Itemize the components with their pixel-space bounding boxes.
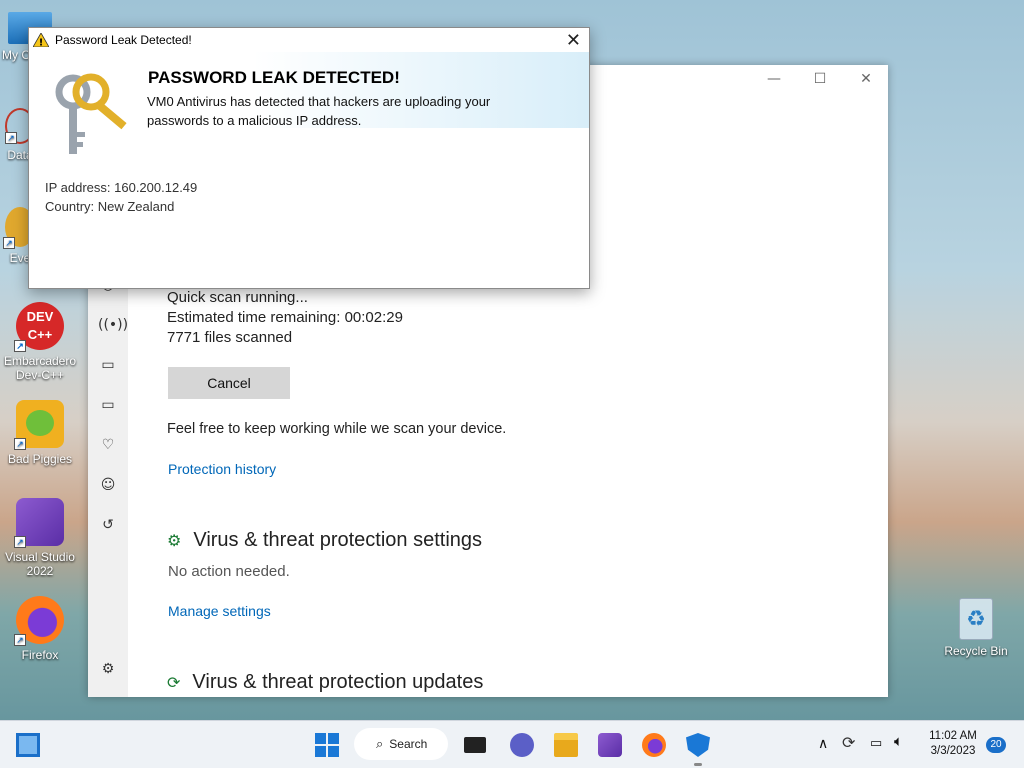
password-leak-dialog: ! Password Leak Detected! ✕ PASSWORD LEA… xyxy=(28,27,590,289)
protection-history-link[interactable]: Protection history xyxy=(168,461,276,477)
desktop-icon-bad-piggies[interactable]: ↗ Bad Piggies xyxy=(0,400,80,466)
desktop-icon-label: Visual Studio 2022 xyxy=(5,550,75,578)
clock-date: 3/3/2023 xyxy=(930,745,976,757)
task-view-icon[interactable] xyxy=(464,737,486,753)
files-scanned: 7771 files scanned xyxy=(167,329,293,346)
taskbar-search[interactable]: ⌕ Search xyxy=(354,728,448,760)
devcpp-badge: DEV C++ xyxy=(26,309,54,342)
notification-badge[interactable]: 20 xyxy=(986,737,1006,753)
shortcut-arrow-icon: ↗ xyxy=(5,132,17,144)
recycle-bin-icon: ♻ xyxy=(959,598,993,640)
dialog-close-icon[interactable]: ✕ xyxy=(566,30,581,51)
widgets-icon[interactable] xyxy=(16,733,40,757)
pig-icon: ↗ xyxy=(14,400,64,450)
visual-studio-icon: ↗ xyxy=(14,498,64,548)
desktop-icon-label: Firefox xyxy=(21,648,59,662)
settings-title: Virus & threat protection settings xyxy=(193,529,483,551)
scan-status: Quick scan running... xyxy=(167,289,308,306)
clock[interactable]: 11:02 AM 3/3/2023 xyxy=(922,729,984,759)
settings-status-icon: ⚙ xyxy=(167,532,182,550)
manage-settings-link[interactable]: Manage settings xyxy=(168,603,271,619)
updates-refresh-icon: ⟳ xyxy=(167,674,181,692)
shortcut-arrow-icon: ↗ xyxy=(14,536,26,548)
desktop-icon-firefox[interactable]: ↗ Firefox xyxy=(0,596,80,662)
warning-icon: ! xyxy=(33,33,49,47)
dialog-titlebar: ! Password Leak Detected! xyxy=(29,28,589,52)
dialog-message: VM0 Antivirus has detected that hackers … xyxy=(147,94,491,128)
settings-gear-icon[interactable]: ⚙ xyxy=(98,659,118,679)
clock-time: 11:02 AM xyxy=(929,730,977,742)
keep-working-text: Feel free to keep working while we scan … xyxy=(167,421,507,437)
shortcut-arrow-icon: ↗ xyxy=(3,237,15,249)
taskbar: ∧ ⟳ ▭ 🔈︎ 11:02 AM 3/3/2023 20 xyxy=(0,720,1024,768)
shortcut-arrow-icon: ↗ xyxy=(14,634,26,646)
active-app-indicator xyxy=(694,763,702,766)
device-health-icon[interactable]: ♡ xyxy=(98,435,118,455)
cancel-button[interactable]: Cancel xyxy=(168,367,290,399)
shortcut-arrow-icon: ↗ xyxy=(14,438,26,450)
dialog-ip-address: IP address: 160.200.12.49 xyxy=(45,180,198,195)
sync-icon[interactable]: ⟳ xyxy=(842,733,855,753)
app-browser-icon[interactable]: ▭ xyxy=(98,355,118,375)
windows-security-taskbar-icon[interactable] xyxy=(686,733,710,757)
network-icon[interactable]: ((•)) xyxy=(98,315,128,335)
updates-section-heading: ⟳ Virus & threat protection updates xyxy=(167,671,483,694)
time-remaining: Estimated time remaining: 00:02:29 xyxy=(167,309,403,326)
desktop-icon-recycle-bin[interactable]: ♻ Recycle Bin xyxy=(936,598,1016,658)
devcpp-icon: DEV C++ ↗ xyxy=(14,302,64,352)
desktop-icon-label: Embarcadero Dev-C++ xyxy=(3,354,77,382)
volume-icon[interactable]: 🔈︎ xyxy=(894,733,903,750)
chat-icon[interactable] xyxy=(510,733,534,757)
network-icon[interactable]: ▭ xyxy=(870,735,882,751)
settings-section-heading: ⚙ Virus & threat protection settings xyxy=(167,529,482,552)
firefox-icon: ↗ xyxy=(14,596,64,646)
history-icon[interactable]: ↺ xyxy=(98,515,118,535)
desktop-icon-visual-studio[interactable]: ↗ Visual Studio 2022 xyxy=(0,498,80,578)
firefox-taskbar-icon[interactable] xyxy=(642,733,666,757)
keys-icon xyxy=(55,73,127,154)
desktop-icon-devcpp[interactable]: DEV C++ ↗ Embarcadero Dev-C++ xyxy=(0,302,80,382)
time-remaining-value: 00:02:29 xyxy=(344,309,403,326)
desktop-icon-label: Bad Piggies xyxy=(7,452,73,466)
settings-status: No action needed. xyxy=(168,563,290,580)
shortcut-arrow-icon: ↗ xyxy=(14,340,26,352)
updates-title: Virus & threat protection updates xyxy=(192,671,484,693)
file-explorer-icon[interactable] xyxy=(554,733,578,757)
dialog-country: Country: New Zealand xyxy=(45,199,175,214)
visual-studio-taskbar-icon[interactable] xyxy=(598,733,622,757)
dialog-title: Password Leak Detected! xyxy=(55,33,192,47)
dialog-heading: PASSWORD LEAK DETECTED! xyxy=(148,68,400,87)
show-hidden-icons[interactable]: ∧ xyxy=(818,735,828,752)
svg-text:!: ! xyxy=(39,38,44,48)
desktop-icon-label: Recycle Bin xyxy=(944,644,1008,658)
time-remaining-label: Estimated time remaining: xyxy=(167,309,341,326)
search-icon: ⌕ xyxy=(376,736,384,751)
search-label: Search xyxy=(389,737,428,751)
start-icon[interactable] xyxy=(315,733,339,757)
device-security-icon[interactable]: ▭ xyxy=(98,395,118,415)
family-icon[interactable]: ☺ xyxy=(98,475,118,495)
